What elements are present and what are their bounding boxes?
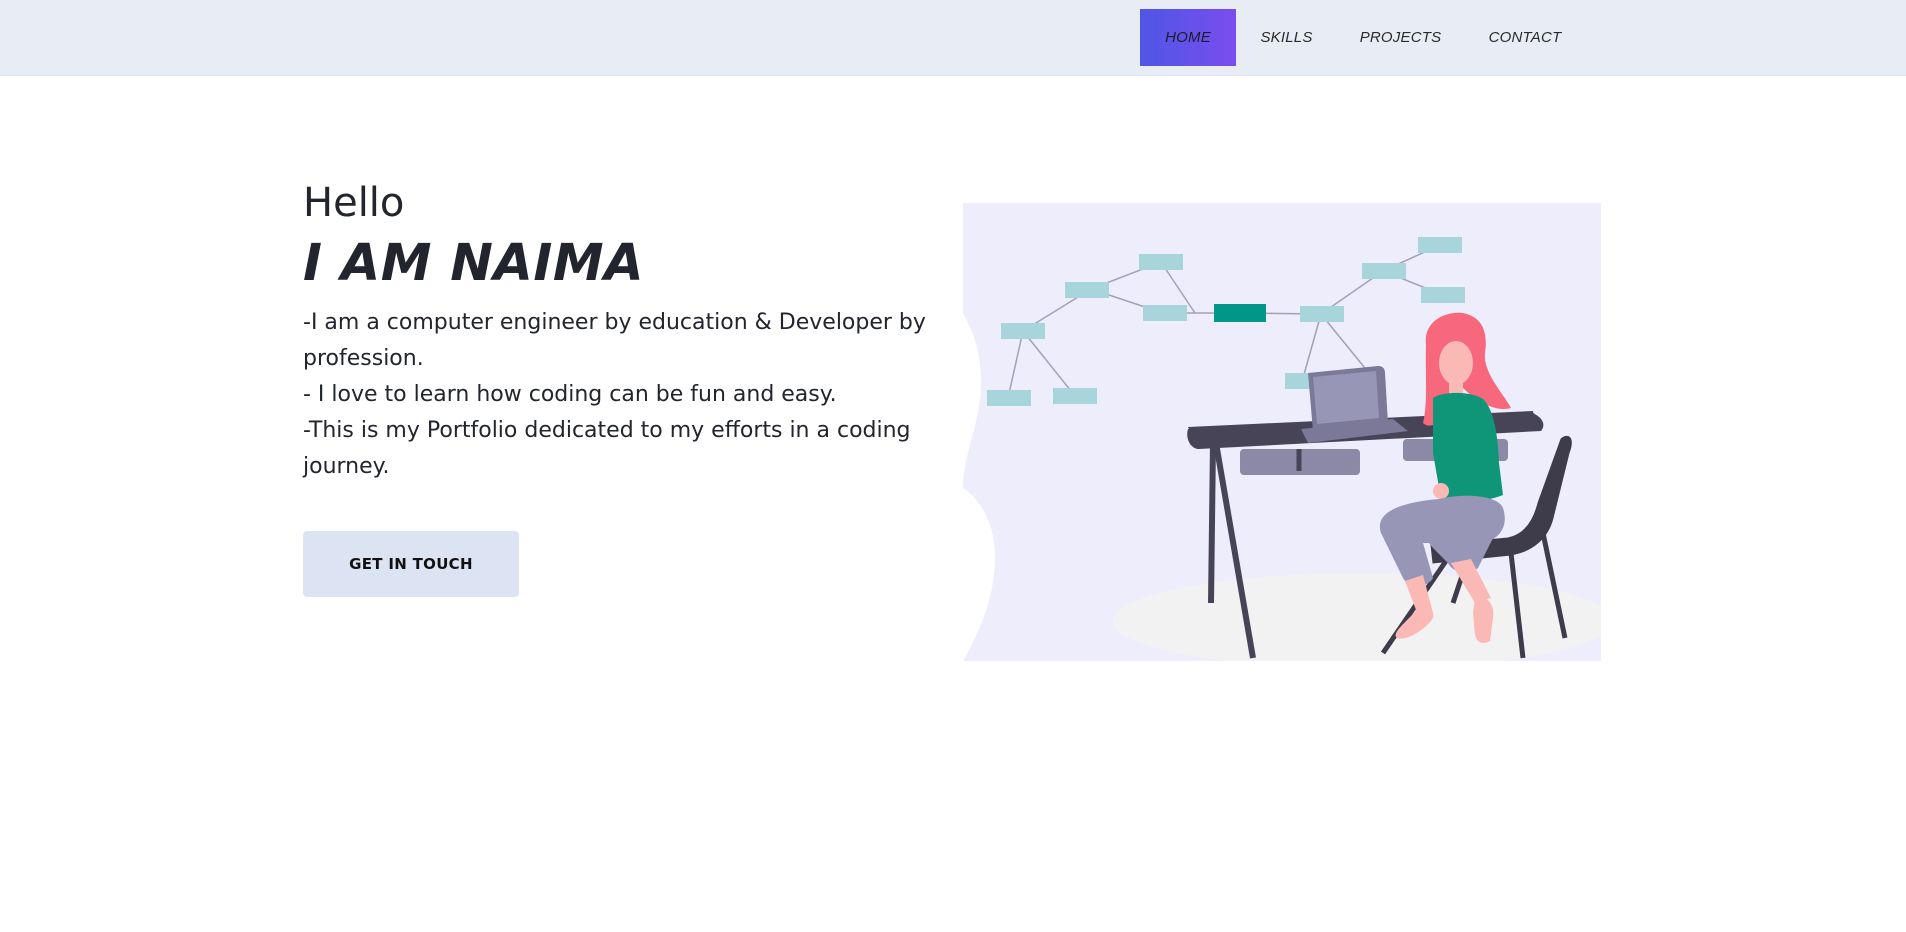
- nav-item-contact[interactable]: CONTACT: [1464, 9, 1586, 66]
- navbar: HOME SKILLS PROJECTS CONTACT: [0, 0, 1906, 76]
- bio-line: -I am a computer engineer by education &…: [303, 310, 926, 371]
- hero-intro: Hello I AM NAIMA -I am a computer engine…: [303, 175, 943, 485]
- hero-bio: -I am a computer engineer by education &…: [303, 305, 933, 485]
- bio-line: - I love to learn how coding can be fun …: [303, 382, 837, 407]
- woman-at-desk-illustration: [963, 203, 1613, 669]
- portfolio-page: HOME SKILLS PROJECTS CONTACT Hello I AM …: [0, 0, 1906, 932]
- hero-name: I AM NAIMA: [303, 234, 645, 293]
- network-node-active: [1214, 304, 1266, 322]
- bio-line: -This is my Portfolio dedicated to my ef…: [303, 418, 911, 479]
- nav-item-projects[interactable]: PROJECTS: [1337, 9, 1464, 66]
- nav-item-skills[interactable]: SKILLS: [1236, 9, 1337, 66]
- hero-greeting: Hello: [303, 180, 405, 226]
- nav-menu: HOME SKILLS PROJECTS CONTACT: [1140, 9, 1586, 66]
- get-in-touch-button[interactable]: GET IN TOUCH: [303, 531, 519, 597]
- nav-item-home[interactable]: HOME: [1140, 9, 1236, 66]
